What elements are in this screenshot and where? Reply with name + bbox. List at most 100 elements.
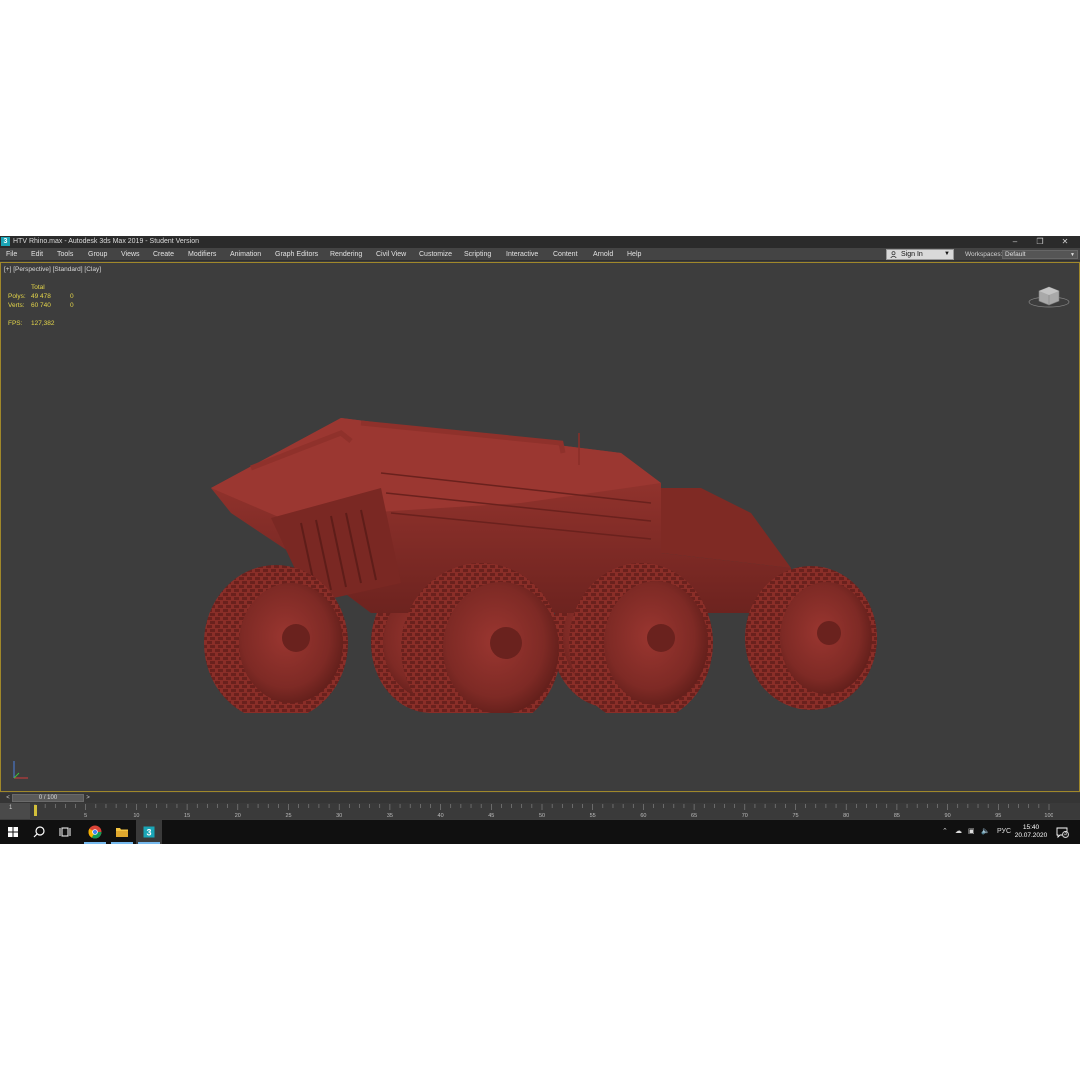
app-window: 3 HTV Rhino.max - Autodesk 3ds Max 2019 … — [0, 236, 1080, 844]
restore-button[interactable]: ❐ — [1028, 236, 1052, 248]
chrome-icon — [88, 825, 102, 839]
task-view-icon — [59, 827, 71, 837]
viewport-label[interactable]: [+] [Perspective] [Standard] [Clay] — [4, 266, 101, 273]
frame-ruler: 5 10 15 20 25 30 35 40 45 50 55 60 65 70 75 80 85 90 95 100 — [34, 804, 1053, 819]
close-button[interactable]: ✕ — [1053, 236, 1077, 248]
windows-start-icon — [8, 827, 18, 837]
title-bar: 3 HTV Rhino.max - Autodesk 3ds Max 2019 … — [0, 236, 1080, 248]
polys-total: 49 478 — [31, 293, 51, 300]
menu-animation[interactable]: Animation — [230, 248, 261, 261]
menu-scripting[interactable]: Scripting — [464, 248, 491, 261]
frame-tick-label: 70 — [742, 813, 748, 819]
app-running-indicator — [111, 842, 133, 844]
axis-tripod-icon — [13, 761, 28, 779]
wheel-front-near — [745, 566, 877, 710]
frame-tick-label: 85 — [894, 813, 900, 819]
system-clock[interactable]: 15:40 20.07.2020 — [1008, 824, 1054, 840]
app-logo-icon: 3 — [1, 237, 10, 246]
previous-frame-button[interactable]: < — [4, 794, 12, 802]
menu-edit[interactable]: Edit — [31, 248, 43, 261]
app-running-indicator — [138, 842, 160, 844]
onedrive-icon[interactable]: ☁ — [955, 820, 962, 844]
time-slider-thumb[interactable]: 0 / 100 — [12, 794, 84, 802]
track-bar-menu[interactable]: 1 — [0, 803, 30, 819]
frame-tick-label: 55 — [590, 813, 596, 819]
menu-group[interactable]: Group — [88, 248, 107, 261]
menu-tools[interactable]: Tools — [57, 248, 73, 261]
frame-tick-label: 80 — [843, 813, 849, 819]
windows-taskbar: 3 ⌃ ☁ ▣ 🔈 РУС 15:40 20.07.2020 3 — [0, 820, 1080, 844]
chevron-down-icon: ▼ — [1070, 252, 1075, 258]
network-icon[interactable]: ▣ — [968, 820, 975, 844]
current-frame-marker[interactable] — [34, 805, 37, 816]
3ds-max-icon: 3 — [143, 826, 155, 838]
restore-icon: ❐ — [1036, 237, 1044, 246]
frame-tick-label: 75 — [792, 813, 798, 819]
svg-text:3: 3 — [146, 828, 151, 838]
verts-selected: 0 — [70, 302, 74, 309]
menu-views[interactable]: Views — [121, 248, 140, 261]
frame-tick-label: 60 — [640, 813, 646, 819]
start-button[interactable] — [0, 820, 26, 844]
workspaces-label: Workspaces: — [965, 251, 1003, 258]
verts-label: Verts: — [8, 302, 25, 309]
menu-rendering[interactable]: Rendering — [330, 248, 362, 261]
frame-tick-label: 35 — [387, 813, 393, 819]
menu-help[interactable]: Help — [627, 248, 641, 261]
search-icon — [33, 826, 45, 838]
volume-icon[interactable]: 🔈 — [981, 820, 990, 844]
menu-file[interactable]: File — [6, 248, 17, 261]
frame-tick-label: 100 — [1044, 813, 1053, 819]
window-title: HTV Rhino.max - Autodesk 3ds Max 2019 - … — [13, 238, 199, 245]
menu-content[interactable]: Content — [553, 248, 578, 261]
sign-in-button[interactable]: Sign In ▼ — [886, 249, 954, 260]
frame-tick-label: 95 — [995, 813, 1001, 819]
frame-tick-label: 45 — [488, 813, 494, 819]
3ds-max-taskbar-app[interactable]: 3 — [136, 820, 162, 844]
close-icon: ✕ — [1061, 237, 1069, 246]
polys-selected: 0 — [70, 293, 74, 300]
menu-customize[interactable]: Customize — [419, 248, 452, 261]
chevron-down-icon: ▼ — [944, 251, 950, 257]
frame-tick-label: 40 — [438, 813, 444, 819]
file-explorer-icon — [116, 828, 128, 837]
sign-in-label: Sign In — [901, 251, 923, 258]
menu-modifiers[interactable]: Modifiers — [188, 248, 216, 261]
task-view-button[interactable] — [53, 820, 79, 844]
stats-header: Total — [31, 284, 45, 291]
frame-tick-label: 15 — [184, 813, 190, 819]
next-frame-button[interactable]: > — [84, 794, 92, 802]
vehicle-model[interactable] — [191, 393, 891, 713]
time-slider: < 0 / 100 > — [0, 793, 1080, 803]
menu-civil-view[interactable]: Civil View — [376, 248, 406, 261]
clock-time: 15:40 — [1022, 824, 1040, 831]
perspective-viewport[interactable]: [+] [Perspective] [Standard] [Clay] Tota… — [0, 262, 1080, 792]
clock-date: 20.07.2020 — [1014, 832, 1048, 839]
frame-tick-label: 20 — [235, 813, 241, 819]
file-explorer-taskbar-app[interactable] — [109, 820, 135, 844]
menu-create[interactable]: Create — [153, 248, 174, 261]
frame-tick-label: 5 — [84, 813, 87, 819]
show-hidden-icons-icon[interactable]: ⌃ — [942, 820, 948, 844]
frame-tick-label: 90 — [945, 813, 951, 819]
frame-tick-label: 65 — [691, 813, 697, 819]
verts-total: 60 740 — [31, 302, 51, 309]
action-center-button[interactable]: 3 — [1056, 826, 1069, 839]
fps-value: 127,382 — [31, 320, 55, 327]
menu-arnold[interactable]: Arnold — [593, 248, 613, 261]
track-bar[interactable]: 1 5 10 15 20 25 30 35 40 45 50 55 60 65 70 75 80 85 90 95 1… — [0, 803, 1080, 819]
user-icon — [890, 251, 897, 258]
fps-label: FPS: — [8, 320, 23, 327]
frame-tick-label: 50 — [539, 813, 545, 819]
notification-count-badge: 3 — [1062, 831, 1069, 838]
workspace-value: Default — [1005, 251, 1026, 258]
search-button[interactable] — [26, 820, 52, 844]
chrome-taskbar-app[interactable] — [82, 820, 108, 844]
menu-graph-editors[interactable]: Graph Editors — [275, 248, 318, 261]
viewcube-icon[interactable] — [1027, 283, 1071, 309]
menu-interactive[interactable]: Interactive — [506, 248, 538, 261]
minimize-button[interactable]: – — [1003, 236, 1027, 248]
frame-tick-label: 10 — [133, 813, 139, 819]
workspaces-select[interactable]: Default ▼ — [1002, 250, 1078, 259]
minimize-icon: – — [1012, 237, 1018, 246]
